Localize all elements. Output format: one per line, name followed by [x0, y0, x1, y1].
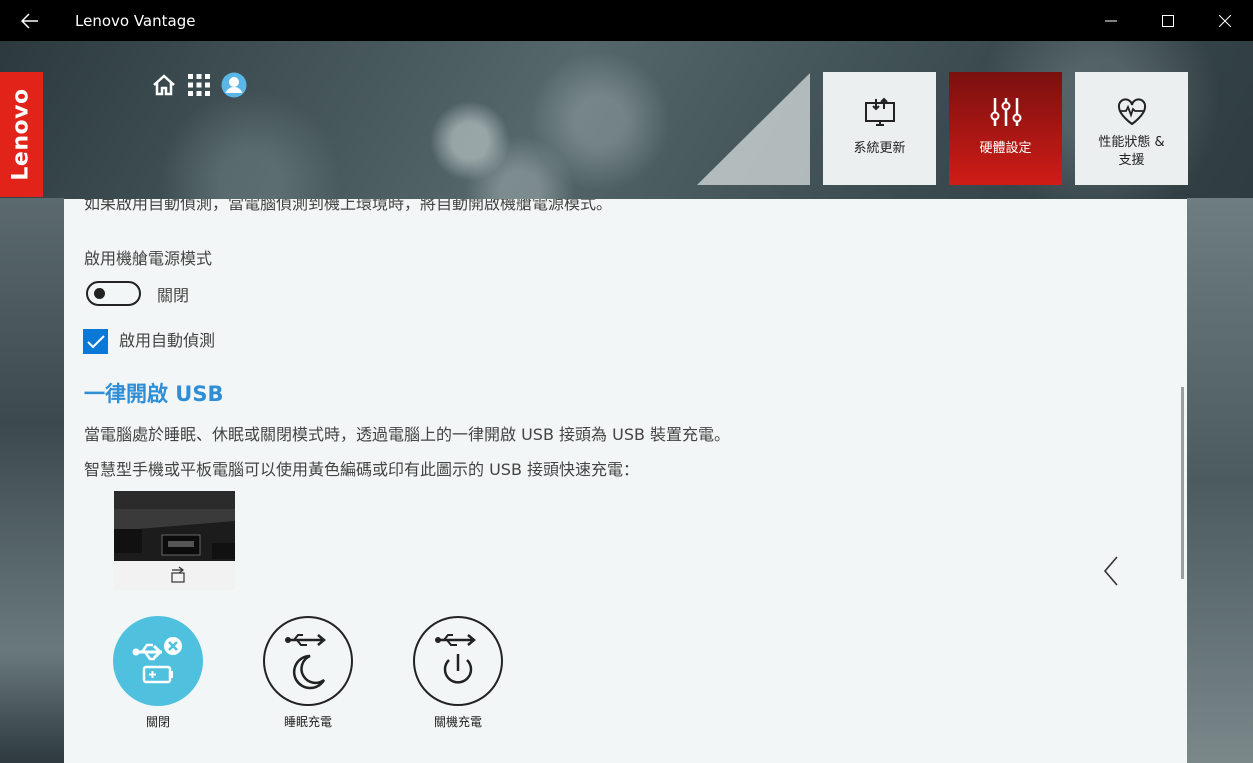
window-controls — [1082, 0, 1253, 41]
tile-label-line1: 性能狀態 & — [1098, 135, 1165, 150]
mode-label: 關閉 — [145, 715, 170, 729]
account-button[interactable] — [221, 72, 247, 98]
tile-health-support[interactable]: 性能狀態 & 支援 — [1075, 72, 1188, 185]
usb-sleep-icon — [285, 634, 326, 690]
usb-fast-charge-description: 智慧型手機或平板電腦可以使用黃色編碼或印有此圖示的 USB 接頭快速充電： — [84, 460, 640, 479]
auto-detect-label: 啟用自動偵測 — [119, 330, 216, 350]
content-panel: 如果啟用自動偵測，當電腦偵測到機上環境時，將自動開啟機艙電源模式。 啟用機艙電源… — [64, 199, 1187, 763]
minimize-button[interactable] — [1082, 0, 1139, 41]
close-button[interactable] — [1196, 0, 1253, 41]
user-icon — [221, 72, 247, 98]
toggle-state-text: 關閉 — [157, 285, 190, 305]
maximize-icon — [1161, 14, 1174, 27]
vertical-scrollbar[interactable] — [1181, 387, 1184, 579]
home-button[interactable] — [151, 72, 177, 98]
minimize-icon — [1104, 20, 1117, 21]
usb-port-photo — [114, 491, 235, 590]
logo-text: Lenovo — [9, 88, 35, 181]
sliders-icon — [990, 98, 1021, 126]
heart-pulse-icon — [1117, 98, 1146, 126]
auto-detect-description: 如果啟用自動偵測，當電腦偵測到機上環境時，將自動開啟機艙電源模式。 — [84, 199, 613, 213]
tile-label: 系統更新 — [853, 141, 906, 156]
mode-off-circle[interactable] — [113, 616, 203, 706]
window-title: Lenovo Vantage — [75, 11, 196, 30]
scroll-left-button[interactable] — [1098, 549, 1124, 593]
checkmark-icon — [86, 334, 105, 348]
mode-label: 睡眠充電 — [283, 715, 332, 729]
tile-label: 性能狀態 & 支援 — [1098, 134, 1164, 170]
usb-port-image — [114, 491, 235, 590]
usb-description: 當電腦處於睡眠、休眠或關閉模式時，透過電腦上的一律開啟 USB 接頭為 USB … — [84, 425, 731, 444]
auto-detect-row: 啟用自動偵測 — [83, 329, 215, 354]
dock-power-toggle-row: 關閉 — [86, 281, 189, 306]
mode-shutdown-circle[interactable] — [413, 616, 503, 706]
usb-disabled-icon — [132, 637, 182, 684]
usb-mode-shutdown-charge[interactable]: 關機充電 — [412, 616, 504, 730]
apps-button[interactable] — [186, 72, 212, 98]
usb-section-title: 一律開啟 USB — [84, 382, 224, 406]
top-nav — [151, 72, 247, 98]
monitor-download-icon — [864, 97, 895, 126]
lenovo-logo: Lenovo — [0, 72, 43, 197]
maximize-button[interactable] — [1139, 0, 1196, 41]
title-bar: Lenovo Vantage — [0, 0, 1253, 41]
usb-mode-sleep-charge[interactable]: 睡眠充電 — [262, 616, 354, 730]
toggle-knob — [94, 288, 105, 299]
grid-icon — [188, 74, 210, 96]
usb-mode-off[interactable]: 關閉 — [112, 616, 204, 730]
arrow-left-icon — [21, 12, 38, 29]
auto-detect-checkbox[interactable] — [83, 329, 108, 354]
tile-label: 硬體設定 — [979, 141, 1032, 156]
background-right — [1187, 198, 1253, 763]
usb-power-icon — [435, 634, 476, 684]
tile-hardware-settings[interactable]: 硬體設定 — [949, 72, 1062, 185]
tile-label-line2: 支援 — [1118, 153, 1145, 168]
close-icon — [1218, 14, 1231, 27]
decorative-triangle — [697, 73, 810, 185]
background-left — [0, 198, 64, 763]
dock-power-label: 啟用機艙電源模式 — [84, 249, 213, 268]
chevron-left-icon — [1103, 556, 1118, 586]
back-button[interactable] — [0, 0, 60, 41]
mode-sleep-circle[interactable] — [263, 616, 353, 706]
dock-power-toggle[interactable] — [86, 281, 141, 306]
mode-label: 關機充電 — [433, 715, 482, 729]
home-icon — [153, 74, 175, 96]
tile-system-update[interactable]: 系統更新 — [823, 72, 936, 185]
